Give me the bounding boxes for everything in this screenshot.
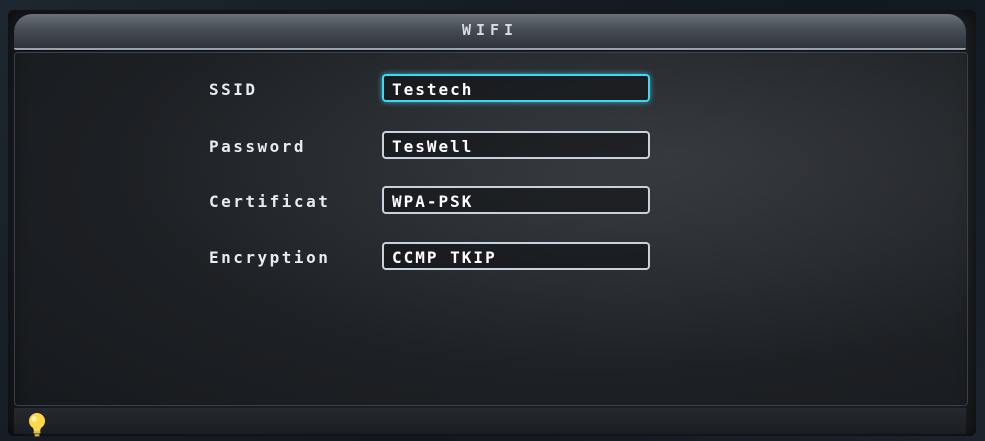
password-row: Password TesWell <box>0 131 985 163</box>
password-value: TesWell <box>392 137 474 156</box>
certificate-label: Certificat <box>209 192 331 211</box>
certificate-field[interactable]: WPA-PSK <box>382 186 650 214</box>
password-field[interactable]: TesWell <box>382 131 650 159</box>
status-bar <box>14 408 966 434</box>
encryption-field[interactable]: CCMP TKIP <box>382 242 650 270</box>
window-title: WIFI <box>461 21 519 39</box>
certificate-row: Certificat WPA-PSK <box>0 186 985 218</box>
ssid-value: Testech <box>392 80 474 99</box>
ssid-row: SSID Testech <box>0 74 985 106</box>
ssid-label: SSID <box>209 80 258 99</box>
lightbulb-icon <box>29 413 45 437</box>
certificate-value: WPA-PSK <box>392 192 474 211</box>
encryption-value: CCMP TKIP <box>392 248 497 267</box>
encryption-label: Encryption <box>209 248 331 267</box>
device-screen: WIFI SSID Testech Password TesWell Certi… <box>0 0 985 441</box>
title-bar: WIFI <box>14 14 966 50</box>
encryption-row: Encryption CCMP TKIP <box>0 242 985 274</box>
password-label: Password <box>209 137 307 156</box>
ssid-field[interactable]: Testech <box>382 74 650 102</box>
